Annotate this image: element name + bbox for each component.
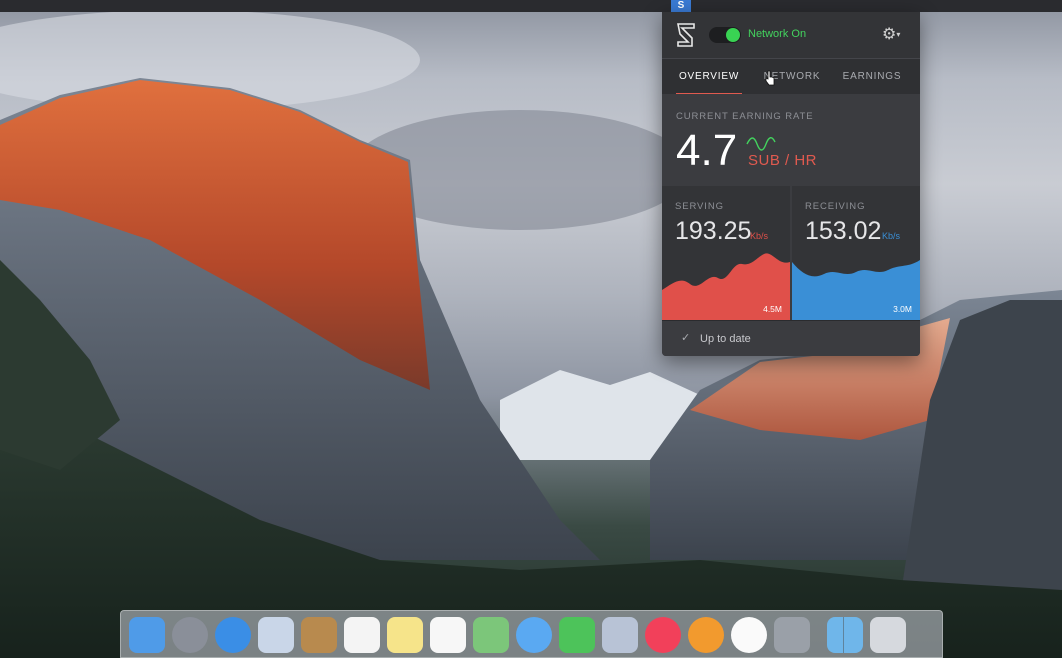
app-popover: Network On ⚙▾ OVERVIEW NETWORK EARNINGS … bbox=[662, 12, 920, 356]
serving-panel: SERVING 193.25 Kb/s 4.5M bbox=[662, 186, 790, 320]
update-status-text: Up to date bbox=[700, 333, 751, 345]
dock bbox=[120, 610, 943, 658]
pointer-cursor-icon bbox=[765, 70, 775, 86]
app-menubar-icon[interactable]: S bbox=[671, 0, 691, 12]
receiving-panel: RECEIVING 153.02 Kb/s 3.0M bbox=[792, 186, 920, 320]
status-footer: ✓ Up to date bbox=[662, 320, 920, 356]
serving-max-label: 4.5M bbox=[763, 304, 782, 314]
tab-overview[interactable]: OVERVIEW bbox=[676, 59, 742, 95]
ibooks-icon[interactable] bbox=[688, 617, 724, 653]
downloads-folder-icon[interactable] bbox=[827, 617, 863, 653]
network-toggle[interactable] bbox=[709, 27, 741, 43]
facetime-icon[interactable] bbox=[559, 617, 595, 653]
receiving-caption: RECEIVING bbox=[805, 201, 866, 212]
gear-icon: ⚙ bbox=[882, 26, 897, 44]
reminders-icon[interactable] bbox=[430, 617, 466, 653]
messages-icon[interactable] bbox=[516, 617, 552, 653]
checkmark-icon: ✓ bbox=[681, 332, 691, 344]
popover-header: Network On ⚙▾ bbox=[662, 12, 920, 58]
chevron-down-icon: ▾ bbox=[896, 30, 901, 39]
earning-rate-caption: CURRENT EARNING RATE bbox=[676, 111, 814, 122]
trend-wave-icon bbox=[746, 137, 776, 151]
serving-caption: SERVING bbox=[675, 201, 724, 212]
receiving-unit: Kb/s bbox=[882, 231, 901, 241]
contacts-icon[interactable] bbox=[301, 617, 337, 653]
serving-unit: Kb/s bbox=[750, 231, 769, 241]
mail-icon[interactable] bbox=[258, 617, 294, 653]
traffic-panels: SERVING 193.25 Kb/s 4.5M RECEIVING 153.0… bbox=[662, 186, 920, 320]
photo-booth-icon[interactable] bbox=[602, 617, 638, 653]
app-store-icon[interactable] bbox=[731, 617, 767, 653]
earning-rate-unit: SUB / HR bbox=[748, 152, 818, 169]
finder-icon[interactable] bbox=[129, 617, 165, 653]
receiving-max-label: 3.0M bbox=[893, 304, 912, 314]
notes-icon[interactable] bbox=[387, 617, 423, 653]
menu-bar: S bbox=[0, 0, 1062, 12]
serving-value: 193.25 bbox=[675, 217, 752, 245]
receiving-value: 153.02 bbox=[805, 217, 882, 245]
earning-rate-value: 4.7 bbox=[676, 126, 738, 175]
earning-rate-section: CURRENT EARNING RATE 4.7 SUB / HR bbox=[662, 94, 920, 186]
toggle-knob bbox=[726, 28, 740, 42]
tab-bar: OVERVIEW NETWORK EARNINGS bbox=[662, 58, 920, 95]
launchpad-icon[interactable] bbox=[172, 617, 208, 653]
s-logo-icon bbox=[677, 23, 695, 47]
calendar-icon[interactable] bbox=[344, 617, 380, 653]
maps-icon[interactable] bbox=[473, 617, 509, 653]
itunes-icon[interactable] bbox=[645, 617, 681, 653]
network-status-label: Network On bbox=[748, 28, 807, 40]
safari-icon[interactable] bbox=[215, 617, 251, 653]
dock-separator bbox=[843, 617, 844, 653]
system-preferences-icon[interactable] bbox=[774, 617, 810, 653]
tab-earnings[interactable]: EARNINGS bbox=[838, 59, 906, 95]
settings-button[interactable]: ⚙▾ bbox=[882, 25, 908, 45]
trash-icon[interactable] bbox=[870, 617, 906, 653]
